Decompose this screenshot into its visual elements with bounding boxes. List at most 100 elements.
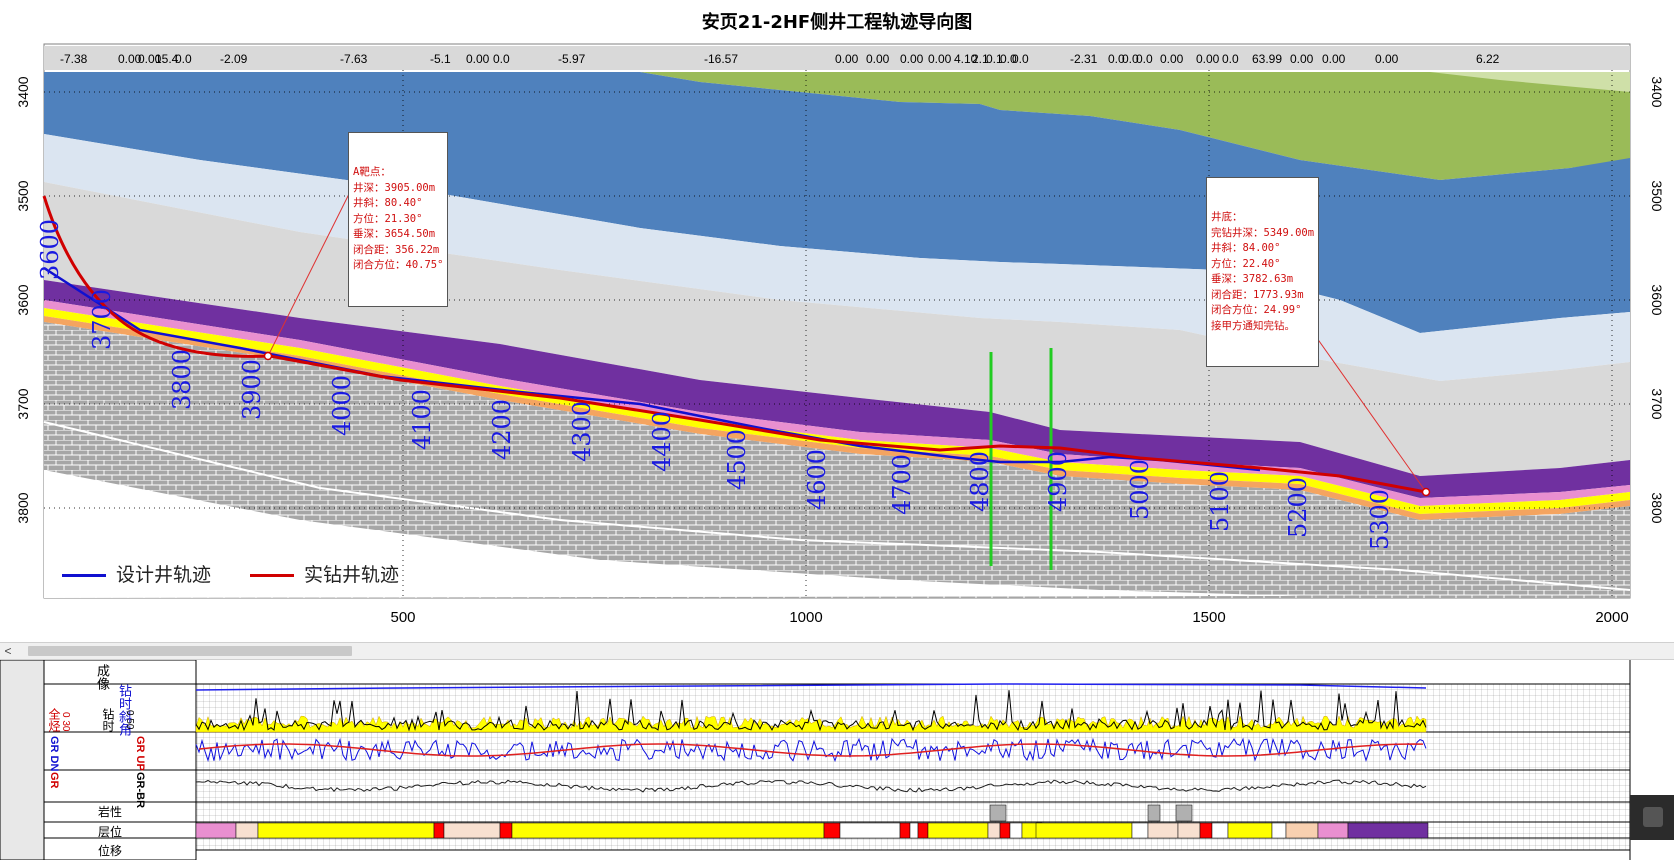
top-value: -2.31 [1070,52,1098,66]
callout-b-line: 井底： [1211,211,1243,223]
y-axis-right: 3400 3500 3600 3700 3800 [1649,76,1665,523]
top-value: 0.00 [1375,52,1399,66]
top-value: 0.0 [1136,52,1153,66]
depth-label: 3700 [88,289,116,350]
track3-label-1: GR DN [48,736,60,772]
x-tick: 500 [390,609,415,626]
formation-segment [839,822,901,839]
trajectory-chart: 安页21-2HF侧井工程轨迹导向图 -7.38 0.00 0.00 15.4 0.0 -2… [0,0,1674,643]
x-tick: 1500 [1192,609,1225,626]
formation-segment [899,822,911,839]
callout-a-line: 闭合方位：40.75° [353,259,444,271]
callout-a-line: 闭合距：356.22m [353,243,440,256]
x-tick: 2000 [1595,609,1628,626]
formation-segment [999,822,1011,839]
callout-well-bottom: 井底： 完钻井深：5349.00m 井斜：84.00° 方位：22.40° 垂深：378… [1206,177,1320,367]
top-value: 0.00 [900,52,924,66]
horizontal-scrollbar[interactable]: < [0,642,1674,660]
y-tick-left: 3600 [15,284,31,315]
depth-label: 5000 [1126,459,1154,520]
top-value: 0.00 [1290,52,1314,66]
top-value: 0.00 [1322,52,1346,66]
depth-label: 4300 [568,401,596,462]
callout-a-line: 井深：3905.00m [353,181,436,194]
corner-control[interactable] [1630,795,1674,840]
callout-a-line: A靶点： [353,166,391,178]
formation-segment [1177,822,1201,839]
top-value: 0.0 [1012,52,1029,66]
formation-segment [1317,822,1349,839]
y-tick-right: 3700 [1649,388,1665,419]
formation-segment [917,822,929,839]
lithology-block [989,804,1007,822]
y-tick-right: 3600 [1649,284,1665,315]
depth-label: 4600 [803,449,831,510]
scroll-left-icon[interactable]: < [2,643,14,659]
callout-a-line: 方位：21.30° [353,212,423,225]
callout-b-line: 闭合距：1773.93m [1211,288,1304,301]
formation-segment [511,822,825,839]
depth-label: 4800 [966,451,994,512]
track3-label-2: GR UP [134,736,146,771]
callout-b-line: 闭合方位：24.99° [1211,304,1302,316]
formation-segment [1147,822,1179,839]
formation-segment [1347,822,1429,839]
top-value: 0.00 [866,52,890,66]
depth-label: 4700 [888,454,916,515]
depth-label: 3800 [168,349,196,410]
depth-label: 4000 [328,375,356,436]
track2-label-2: 钻时 [101,708,115,732]
well-bottom-point[interactable] [1421,487,1431,497]
track6-label: 层位 [98,825,123,839]
callout-b-line: 方位：22.40° [1211,257,1281,270]
top-value: -5.97 [558,52,586,66]
formation-segment [443,822,501,839]
formation-segment [1285,822,1319,839]
depth-label: 4100 [408,389,436,450]
formation-track [195,822,1429,839]
track4-label-2: GR-BR [134,772,146,809]
legend-design-label: 设计井轨迹 [116,564,212,586]
track7-label: 位移 [98,844,123,858]
depth-label: 4400 [648,411,676,472]
formation-segment [1035,822,1133,839]
formation-segment [927,822,989,839]
app-window: 安页21-2HF侧井工程轨迹导向图 -7.38 0.00 0.00 15.4 0.0 -2… [0,0,1674,860]
callout-b-line: 井斜：84.00° [1211,242,1281,254]
top-value: 63.99 [1252,52,1282,66]
formation-segment [823,822,841,839]
formation-segment [1199,822,1213,839]
callout-b-line: 完钻井深：5349.00m [1211,226,1315,239]
y-tick-right: 3400 [1649,76,1665,107]
depth-label: 5100 [1206,471,1234,532]
depth-label: 5300 [1366,489,1394,550]
formation-segment [1009,822,1023,839]
y-tick-right: 3500 [1649,180,1665,211]
callout-a-line: 垂深：3654.50m [353,228,436,240]
formation-segment [499,822,513,839]
track4-label-1: GR [48,772,60,789]
depth-label: 4500 [723,429,751,490]
legend-design: 设计井轨迹 [62,560,211,587]
y-tick-left: 3800 [15,492,31,523]
top-value: 0.00 [1160,52,1184,66]
x-tick: 1000 [789,609,822,626]
legend-actual: 实钻井轨迹 [250,560,399,587]
formation-segment [1227,822,1273,839]
top-value: 6.22 [1476,52,1500,66]
formation-segment [1211,822,1229,839]
top-value: -7.63 [340,52,368,66]
top-value: 0.0 [175,52,192,66]
track1-label: 成像 [94,664,109,690]
top-value: -7.38 [60,52,88,66]
x-axis: 500 1000 1500 2000 [390,609,1628,626]
top-value: 0.00 [466,52,490,66]
a-target-point[interactable] [263,351,273,361]
legend-actual-swatch [250,574,294,577]
scroll-thumb[interactable] [28,646,352,656]
lithology-block [1175,804,1193,822]
callout-a-line: 井斜：80.40° [353,197,423,209]
legend-design-swatch [62,574,106,577]
depth-label: 3600 [36,219,64,280]
trajectory-plot[interactable]: -7.38 0.000.0015.40.0 -2.09 -7.63 -5.1 0.00 0.… [0,0,1674,642]
